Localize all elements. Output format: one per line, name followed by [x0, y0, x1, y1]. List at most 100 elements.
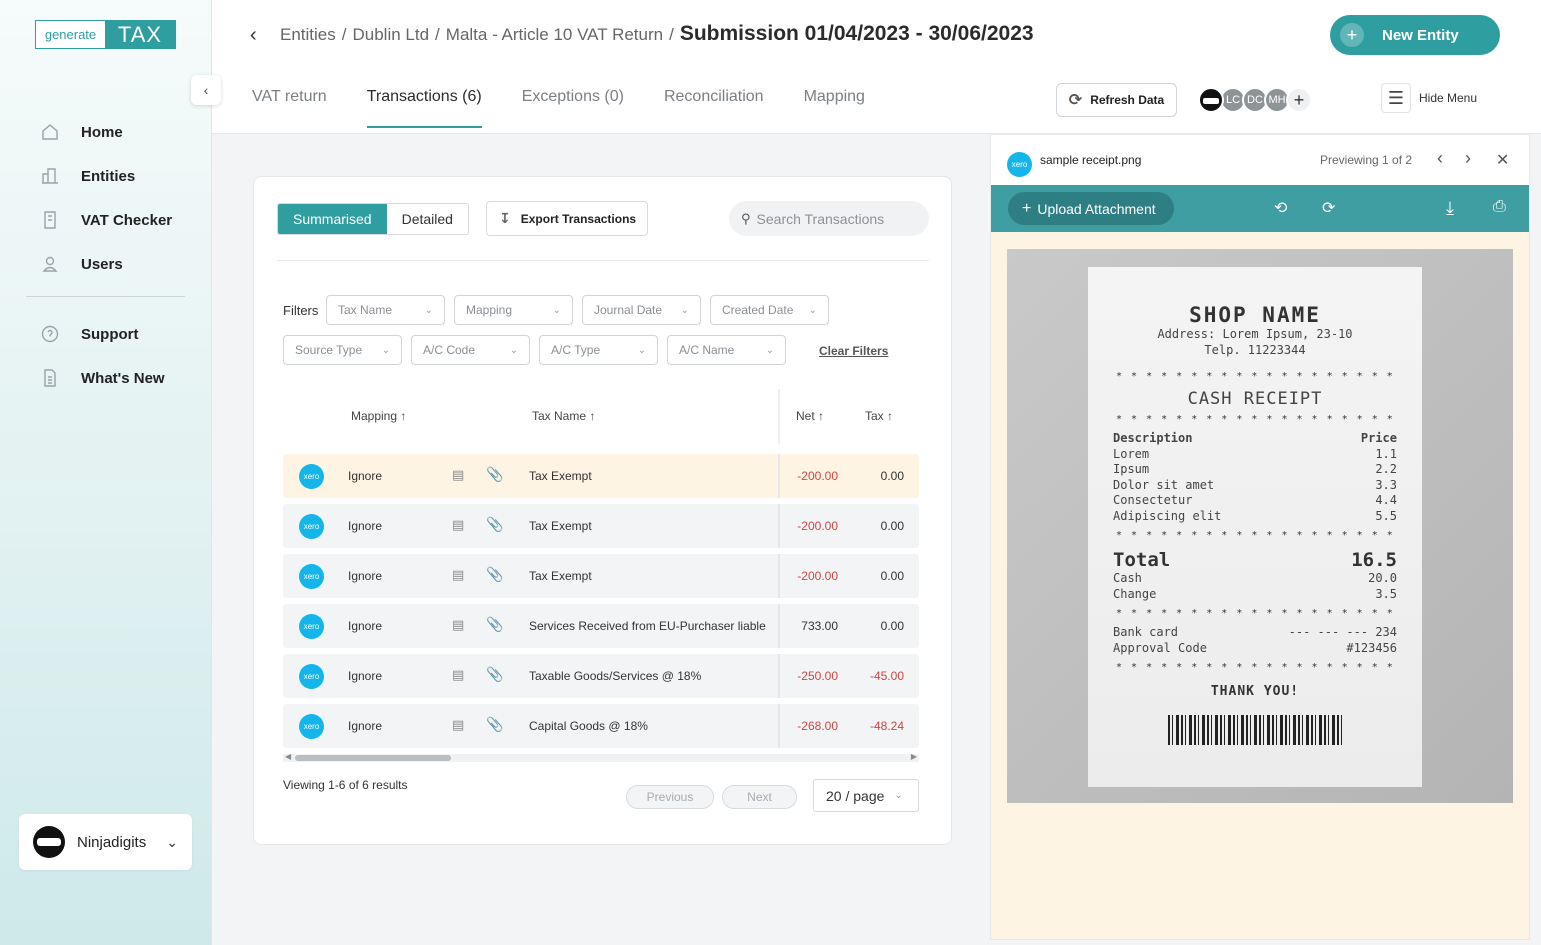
tab-mapping[interactable]: Mapping	[804, 88, 865, 128]
filter-tax-name[interactable]: Tax Name ⌄	[326, 295, 445, 325]
new-entity-button[interactable]: + New Entity	[1330, 15, 1500, 55]
preview-count: Previewing 1 of 2	[1320, 153, 1413, 167]
summarised-toggle[interactable]: Summarised	[278, 204, 387, 234]
filter-created-date[interactable]: Created Date ⌄	[710, 295, 829, 325]
sidebar-item-entities[interactable]: Entities	[40, 154, 172, 198]
filter-label: Created Date	[722, 303, 794, 317]
scroll-left-icon[interactable]: ◀	[285, 752, 291, 761]
breadcrumb-return[interactable]: Malta - Article 10 VAT Return	[446, 25, 663, 45]
horizontal-scrollbar[interactable]: ◀ ▶	[283, 752, 919, 762]
table-row[interactable]: xero Ignore ▤ 📎 Services Received from E…	[283, 604, 919, 648]
scrollbar-thumb[interactable]	[295, 755, 451, 761]
receipt-address: Address: Lorem Ipsum, 23-10	[1157, 327, 1353, 341]
plus-icon: +	[1022, 199, 1032, 217]
header-net[interactable]: Net ↑	[796, 409, 824, 423]
filter-mapping[interactable]: Mapping ⌄	[454, 295, 573, 325]
filter-ac-code[interactable]: A/C Code ⌄	[411, 335, 530, 365]
mapping-cell: Ignore	[348, 719, 383, 733]
header-mapping[interactable]: Mapping ↑	[351, 409, 406, 423]
previous-attachment-icon[interactable]: ‹	[1437, 148, 1443, 169]
mapping-cell: Ignore	[348, 619, 383, 633]
next-attachment-icon[interactable]: ›	[1465, 148, 1471, 169]
filter-source-type[interactable]: Source Type ⌄	[283, 335, 402, 365]
page-header: ‹ Entities / Dublin Ltd / Malta - Article …	[212, 0, 1541, 134]
header-tax-name[interactable]: Tax Name ↑	[532, 409, 595, 423]
comment-icon[interactable]: ▤	[452, 617, 464, 633]
tax-name-cell: Taxable Goods/Services @ 18%	[529, 669, 702, 683]
back-arrow-icon[interactable]: ‹	[250, 24, 257, 47]
refresh-data-button[interactable]: ⟳ Refresh Data	[1056, 83, 1177, 117]
xero-icon: xero	[299, 664, 324, 689]
print-icon[interactable]: ⎙	[1493, 198, 1506, 216]
receipt-item-price: 5.5	[1375, 509, 1397, 523]
sidebar-item-whats-new[interactable]: What's New	[40, 356, 165, 400]
next-page-button[interactable]: Next	[722, 785, 797, 809]
filter-journal-date[interactable]: Journal Date ⌄	[582, 295, 701, 325]
sidebar-item-users[interactable]: Users	[40, 242, 172, 286]
search-input[interactable]: ⚲ Search Transactions	[729, 201, 929, 236]
sidebar-item-vat-checker[interactable]: VAT Checker	[40, 198, 172, 242]
attachment-icon[interactable]: 📎	[486, 466, 503, 483]
table-row[interactable]: xero Ignore ▤ 📎 Tax Exempt -200.00 0.00	[283, 504, 919, 548]
tab-reconciliation[interactable]: Reconciliation	[664, 88, 764, 128]
download-icon[interactable]: ⤓	[1446, 198, 1454, 219]
header-tax[interactable]: Tax ↑	[865, 409, 893, 423]
comment-icon[interactable]: ▤	[452, 517, 464, 533]
attachment-icon[interactable]: 📎	[486, 666, 503, 683]
logo[interactable]: generate TAX	[35, 20, 176, 49]
comment-icon[interactable]: ▤	[452, 567, 464, 583]
help-icon	[41, 325, 59, 343]
attachment-icon[interactable]: 📎	[486, 516, 503, 533]
filter-label: A/C Name	[679, 343, 735, 357]
receipt-approval-label: Approval Code	[1113, 641, 1207, 655]
sidebar-item-support[interactable]: Support	[40, 312, 165, 356]
collapse-sidebar-button[interactable]: ‹	[191, 75, 221, 105]
avatar[interactable]	[1198, 87, 1224, 113]
receipt-col-price: Price	[1360, 431, 1397, 445]
upload-label: Upload Attachment	[1037, 200, 1156, 217]
user-switcher[interactable]: Ninjadigits ⌄	[19, 814, 192, 870]
tab-vat-return[interactable]: VAT return	[252, 88, 327, 128]
table-row[interactable]: xero Ignore ▤ 📎 Tax Exempt -200.00 0.00	[283, 554, 919, 598]
receipt-item-name: Dolor sit amet	[1113, 478, 1215, 492]
hide-menu-button[interactable]: ☰ Hide Menu	[1381, 83, 1477, 113]
new-entity-label: New Entity	[1382, 26, 1459, 44]
add-collaborator-icon[interactable]: +	[1286, 87, 1312, 113]
receipt-item-price: 4.4	[1375, 493, 1397, 507]
comment-icon[interactable]: ▤	[452, 717, 464, 733]
attachment-icon[interactable]: 📎	[486, 716, 503, 733]
sidebar-item-label: Entities	[81, 167, 136, 185]
sidebar-item-home[interactable]: Home	[40, 110, 172, 154]
previous-page-button[interactable]: Previous	[626, 785, 714, 809]
table-row[interactable]: xero Ignore ▤ 📎 Tax Exempt -200.00 0.00	[283, 454, 919, 498]
sidebar: generate TAX Home Entities VAT Checker U…	[0, 0, 212, 945]
filter-ac-type[interactable]: A/C Type ⌄	[539, 335, 658, 365]
table-row[interactable]: xero Ignore ▤ 📎 Capital Goods @ 18% -268…	[283, 704, 919, 748]
tab-exceptions[interactable]: Exceptions (0)	[522, 88, 624, 128]
comment-icon[interactable]: ▤	[452, 667, 464, 683]
upload-attachment-button[interactable]: + Upload Attachment	[1008, 192, 1174, 225]
comment-icon[interactable]: ▤	[452, 467, 464, 483]
breadcrumb-entity[interactable]: Dublin Ltd	[352, 25, 429, 45]
rotate-right-icon[interactable]: ⟳	[1322, 198, 1335, 218]
detailed-toggle[interactable]: Detailed	[387, 204, 468, 234]
receipt-change-value: 3.5	[1375, 587, 1397, 601]
rotate-left-icon[interactable]: ⟲	[1274, 198, 1287, 218]
table-row[interactable]: xero Ignore ▤ 📎 Taxable Goods/Services @…	[283, 654, 919, 698]
tax-name-cell: Tax Exempt	[529, 469, 592, 483]
receipt-item: Ipsum 2.2	[1113, 462, 1397, 476]
page-size-select[interactable]: 20 / page ⌄	[813, 779, 919, 812]
attachment-icon[interactable]: 📎	[486, 566, 503, 583]
filter-ac-name[interactable]: A/C Name ⌄	[667, 335, 786, 365]
receipt-approval-value: #123456	[1346, 641, 1397, 655]
mapping-cell: Ignore	[348, 519, 383, 533]
breadcrumb-entities[interactable]: Entities	[280, 25, 336, 45]
scroll-right-icon[interactable]: ▶	[911, 752, 917, 761]
clear-filters-link[interactable]: Clear Filters	[819, 344, 888, 358]
xero-icon: xero	[299, 464, 324, 489]
attachment-icon[interactable]: 📎	[486, 616, 503, 633]
tab-transactions[interactable]: Transactions (6)	[366, 88, 482, 128]
export-transactions-button[interactable]: ↧ Export Transactions	[486, 201, 648, 236]
close-icon[interactable]: ✕	[1496, 150, 1509, 170]
header-label: Tax Name	[532, 409, 587, 423]
